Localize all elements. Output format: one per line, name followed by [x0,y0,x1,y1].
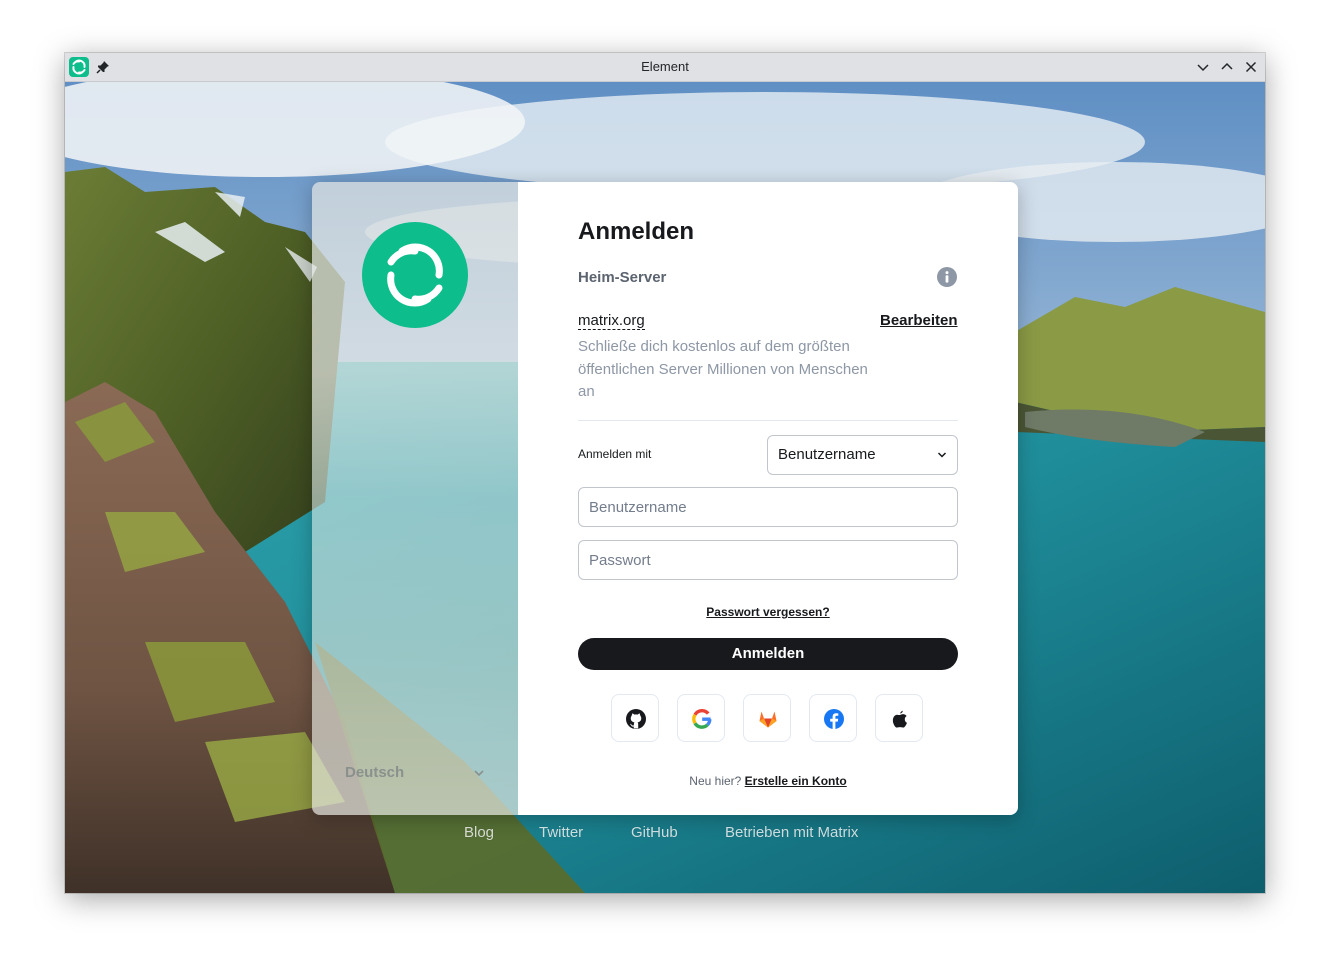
chevron-down-icon [937,452,947,458]
username-input[interactable] [578,487,958,527]
homeserver-name[interactable]: matrix.org [578,312,645,330]
language-selected-label: Deutsch [345,764,405,781]
auth-card: Deutsch Anmelden Heim-Server matrix.org … [312,182,1018,815]
sso-google-button[interactable] [677,694,725,742]
footer-link-twitter[interactable]: Twitter [539,824,583,841]
app-window: Element Deutsch Anmelden Heim-Server mat… [65,53,1265,893]
minimize-icon[interactable] [1195,59,1211,75]
facebook-icon [824,709,844,729]
auth-brand-panel: Deutsch [312,182,518,815]
sso-github-button[interactable] [611,694,659,742]
footer-links: Blog Twitter GitHub Betrieben mit Matrix [65,824,1265,844]
create-account-link[interactable]: Erstelle ein Konto [745,774,847,788]
google-icon [692,708,712,729]
signup-prompt: Neu hier? [689,774,742,788]
signup-row: Neu hier? Erstelle ein Konto [518,774,1018,788]
login-method-select[interactable]: Benutzername [767,435,958,475]
window-title: Element [641,59,689,74]
login-form-panel: Anmelden Heim-Server matrix.org Bearbeit… [518,182,1018,815]
info-icon[interactable] [937,267,957,287]
password-input[interactable] [578,540,958,580]
chevron-down-icon [474,770,484,777]
homeserver-description: Schließe dich kostenlos auf dem größten … [578,338,868,400]
sso-gitlab-button[interactable] [743,694,791,742]
homeserver-label: Heim-Server [578,269,667,286]
login-method-selected: Benutzername [778,446,876,463]
footer-link-blog[interactable]: Blog [464,824,494,841]
gitlab-icon [759,711,777,728]
apple-icon [892,710,907,728]
page-title: Anmelden [578,218,695,245]
sso-facebook-button[interactable] [809,694,857,742]
language-selector[interactable]: Deutsch [345,764,485,784]
footer-link-github[interactable]: GitHub [631,824,678,841]
login-with-label: Anmelden mit [578,447,652,461]
title-bar: Element [65,53,1265,82]
sign-in-button[interactable]: Anmelden [578,638,958,670]
close-icon[interactable] [1243,59,1259,75]
github-icon [626,709,646,729]
sso-apple-button[interactable] [875,694,923,742]
element-logo-icon [362,222,468,328]
edit-homeserver-link[interactable]: Bearbeiten [880,312,958,329]
forgot-password-row: Passwort vergessen? [518,605,1018,619]
divider [578,420,958,421]
footer-link-powered-by-matrix[interactable]: Betrieben mit Matrix [725,824,858,841]
forgot-password-link[interactable]: Passwort vergessen? [706,605,829,619]
maximize-icon[interactable] [1219,59,1235,75]
